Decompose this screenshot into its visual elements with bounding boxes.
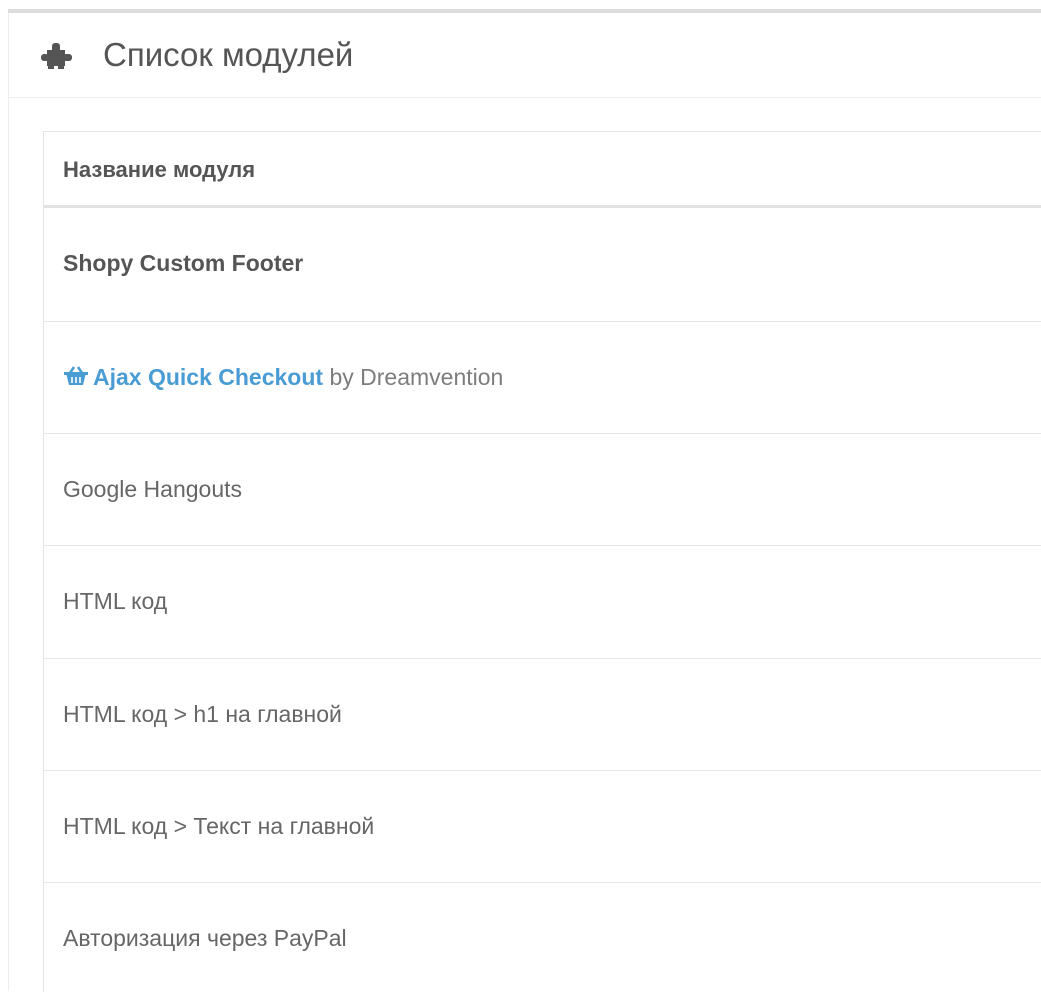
table-row[interactable]: Авторизация через PayPal (44, 883, 1041, 992)
module-name: HTML код > h1 на главной (63, 701, 342, 727)
basket-icon (64, 366, 88, 385)
table-row[interactable]: Ajax Quick Checkout by Dreamvention (44, 322, 1041, 434)
table-row[interactable]: HTML код > Текст на главной (44, 771, 1041, 883)
puzzle-icon (41, 43, 72, 69)
module-author: by Dreamvention (323, 364, 504, 390)
page-title: Список модулей (103, 36, 354, 73)
table-row[interactable]: Google Hangouts (44, 434, 1041, 546)
table-header-row: Название модуля (44, 132, 1041, 208)
module-name: HTML код (63, 588, 168, 614)
modules-panel: Список модулей Название модуля Shopy Cus… (8, 13, 1041, 992)
module-name: Авторизация через PayPal (63, 925, 347, 951)
panel-heading: Список модулей (9, 13, 1041, 98)
table-row[interactable]: Shopy Custom Footer (44, 208, 1041, 322)
modules-table: Название модуля Shopy Custom Footer Ajax… (43, 131, 1041, 992)
module-name: HTML код > Текст на главной (63, 813, 375, 839)
column-header-module-name[interactable]: Название модуля (63, 155, 255, 185)
table-row[interactable]: HTML код > h1 на главной (44, 659, 1041, 771)
module-name: Google Hangouts (63, 476, 243, 502)
module-name: Ajax Quick Checkout by Dreamvention (63, 362, 503, 392)
module-name: Shopy Custom Footer (63, 250, 304, 276)
table-row[interactable]: HTML код (44, 546, 1041, 659)
module-link[interactable]: Ajax Quick Checkout (93, 364, 323, 390)
